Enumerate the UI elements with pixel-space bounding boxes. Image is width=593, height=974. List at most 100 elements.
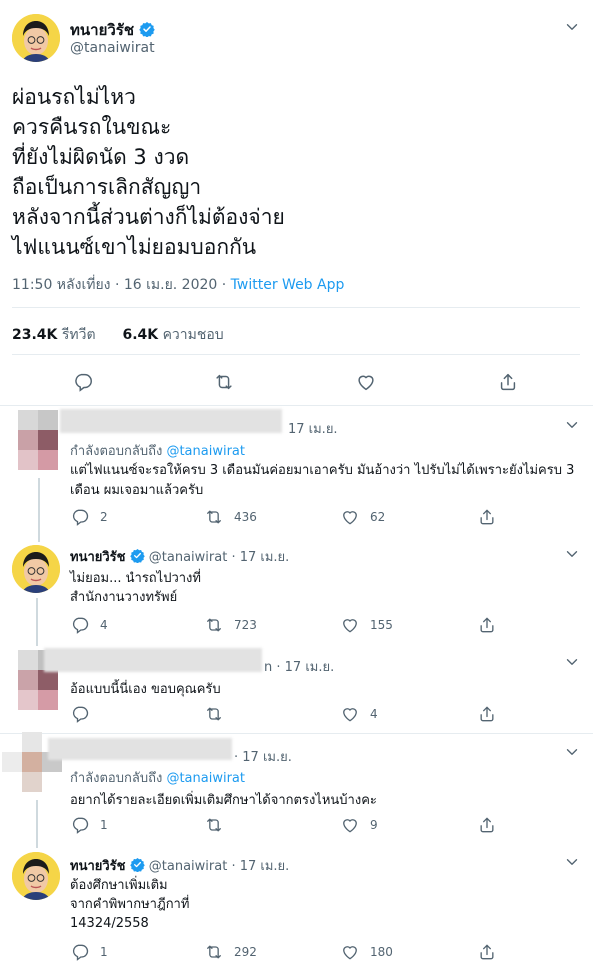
divider (12, 354, 580, 355)
replying-to-label: กำลังตอบกลับถึง (70, 771, 163, 786)
share-action[interactable] (477, 704, 497, 724)
handle-tail[interactable]: n (264, 660, 272, 675)
handle[interactable]: @tanaiwirat (149, 859, 228, 874)
reply-icon[interactable] (70, 942, 90, 962)
tweet-timestamp[interactable]: 11:50 หลังเที่ยง · 16 เม.ย. 2020 · (12, 277, 226, 293)
more-options-caret-icon[interactable] (563, 416, 581, 434)
tweet-line: ผ่อนรถไม่ไหว (12, 85, 136, 109)
reply-action[interactable]: 1 (70, 942, 108, 962)
share-action[interactable] (477, 507, 497, 527)
display-name[interactable]: ทนายวิรัช (70, 21, 134, 39)
share-action[interactable] (477, 615, 497, 635)
like-action[interactable]: 180 (340, 942, 393, 962)
reply-icon[interactable] (72, 371, 94, 393)
replying-to-label: กำลังตอบกลับถึง (70, 444, 163, 459)
avatar[interactable] (12, 852, 60, 900)
avatar[interactable] (12, 545, 60, 593)
share-icon[interactable] (477, 615, 497, 635)
divider (12, 307, 580, 308)
reply-date[interactable]: · 17 เม.ย. (276, 660, 334, 675)
like-icon[interactable] (355, 371, 377, 393)
retweet-icon[interactable] (204, 507, 224, 527)
more-options-caret-icon[interactable] (563, 743, 581, 761)
avatar-image (12, 545, 60, 593)
like-icon[interactable] (340, 704, 360, 724)
retweet-icon[interactable] (204, 704, 224, 724)
like-count: 62 (370, 510, 386, 524)
reply-date[interactable]: · 17 เม.ย. (231, 859, 289, 874)
handle[interactable]: @tanaiwirat (70, 40, 155, 56)
like-label[interactable]: ความชอบ (163, 327, 224, 343)
share-icon[interactable] (477, 942, 497, 962)
like-icon[interactable] (340, 942, 360, 962)
like-icon[interactable] (340, 815, 360, 835)
share-icon[interactable] (477, 704, 497, 724)
blurred-username (48, 738, 232, 760)
like-action[interactable]: 62 (340, 507, 385, 527)
thread-line (36, 800, 38, 848)
reply-action[interactable]: 4 (70, 615, 108, 635)
like-count[interactable]: 6.4K (122, 327, 158, 343)
display-name[interactable]: ทนายวิรัช (70, 550, 125, 565)
reply-text: อ้อแบบนี้นี่เอง ขอบคุณครับ (70, 682, 221, 697)
avatar[interactable] (18, 410, 60, 472)
share-icon[interactable] (477, 815, 497, 835)
reply-text-line: สำนักงานวางทรัพย์ (70, 590, 178, 605)
replying-to-handle[interactable]: @tanaiwirat (166, 444, 245, 459)
display-name[interactable]: ทนายวิรัช (70, 859, 125, 874)
reply-count: 1 (100, 818, 108, 832)
like-icon[interactable] (340, 615, 360, 635)
more-options-caret-icon[interactable] (563, 853, 581, 871)
like-action[interactable]: 9 (340, 815, 378, 835)
reply-text: ไม่ยอม... นำรถไปวางที่ สำนักงานวางทรัพย์ (70, 569, 201, 607)
share-icon[interactable] (497, 371, 519, 393)
reply-icon[interactable] (70, 615, 90, 635)
reply-icon[interactable] (70, 507, 90, 527)
reply-text: อยากได้รายละเอียดเพิ่มเติมศึกษาได้จากตรง… (70, 793, 377, 808)
like-icon[interactable] (340, 507, 360, 527)
handle[interactable]: @tanaiwirat (149, 550, 228, 565)
reply-date[interactable]: 17 เม.ย. (288, 418, 338, 439)
replying-to-handle[interactable]: @tanaiwirat (166, 771, 245, 786)
reply-action[interactable] (70, 704, 100, 724)
retweet-action[interactable] (204, 704, 234, 724)
divider (0, 405, 593, 406)
more-options-caret-icon[interactable] (563, 18, 581, 36)
reply-count: 1 (100, 945, 108, 959)
tweet-text: ผ่อนรถไม่ไหว ควรคืนรถในขณะ ที่ยังไม่ผิดน… (12, 82, 285, 262)
retweet-icon[interactable] (204, 615, 224, 635)
reply-action[interactable]: 1 (70, 815, 108, 835)
like-count: 9 (370, 818, 378, 832)
retweet-icon[interactable] (213, 371, 235, 393)
retweet-action[interactable]: 436 (204, 507, 257, 527)
avatar-image (12, 14, 60, 62)
retweet-count[interactable]: 23.4K (12, 327, 57, 343)
like-action[interactable]: 155 (340, 615, 393, 635)
tweet-source[interactable]: Twitter Web App (231, 277, 345, 293)
avatar[interactable] (12, 14, 60, 62)
share-icon[interactable] (477, 507, 497, 527)
more-options-caret-icon[interactable] (563, 545, 581, 563)
reply-count: 4 (100, 618, 108, 632)
retweet-action[interactable] (204, 815, 234, 835)
share-action[interactable] (477, 942, 497, 962)
retweet-action[interactable]: 723 (204, 615, 257, 635)
retweet-icon[interactable] (204, 942, 224, 962)
retweet-icon[interactable] (204, 815, 224, 835)
blurred-username (44, 648, 262, 672)
thread-line (38, 478, 40, 542)
tweet-line: ถือเป็นการเลิกสัญญา (12, 175, 202, 199)
retweet-count: 292 (234, 945, 257, 959)
reply-icon[interactable] (70, 815, 90, 835)
reply-icon[interactable] (70, 704, 90, 724)
retweet-action[interactable]: 292 (204, 942, 257, 962)
reply-date[interactable]: · 17 เม.ย. (231, 550, 289, 565)
reply-date[interactable]: · 17 เม.ย. (234, 746, 292, 767)
verified-icon (130, 548, 145, 563)
more-options-caret-icon[interactable] (563, 653, 581, 671)
reply-count: 2 (100, 510, 108, 524)
like-action[interactable]: 4 (340, 704, 378, 724)
retweet-label[interactable]: รีทวีต (62, 327, 96, 343)
share-action[interactable] (477, 815, 497, 835)
reply-action[interactable]: 2 (70, 507, 108, 527)
